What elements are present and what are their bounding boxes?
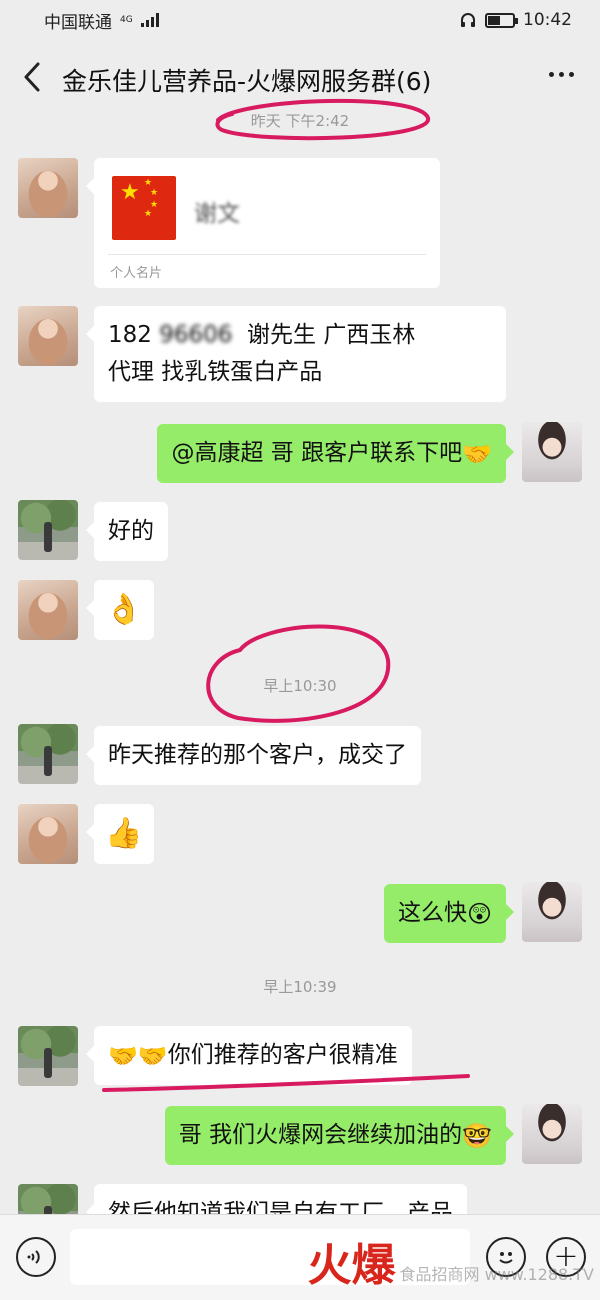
chat-title: 金乐佳儿营养品-火爆网服务群(6): [62, 67, 432, 96]
status-right: 10:42: [459, 10, 572, 30]
message-bubble[interactable]: 👌: [86, 580, 154, 640]
nerd-face-icon: 🤓: [462, 1122, 492, 1150]
message-bubble[interactable]: 👍: [86, 804, 154, 864]
card-divider: [108, 254, 426, 255]
message-text: @高康超 哥 跟客户联系下吧: [171, 440, 463, 466]
message-text: 182 96606 谢先生 广西玉林 代理 找乳铁蛋白产品: [108, 322, 416, 385]
headphones-icon: [461, 13, 475, 27]
ok-hand-icon: 👌: [105, 592, 143, 627]
more-options-icon[interactable]: [549, 72, 574, 77]
status-left: 中国联通 4G: [44, 8, 159, 33]
handshake-icon: 🤝🤝: [108, 1042, 168, 1070]
avatar[interactable]: [18, 580, 78, 640]
watermark-brand: 火爆: [307, 1240, 396, 1291]
avatar[interactable]: [18, 1184, 78, 1214]
avatar[interactable]: [18, 1026, 78, 1086]
avatar[interactable]: [18, 804, 78, 864]
message-bubble[interactable]: 🤝🤝你们推荐的客户很精准: [86, 1026, 412, 1085]
message-bubble[interactable]: @高康超 哥 跟客户联系下吧🤝: [157, 424, 514, 483]
avatar[interactable]: [18, 724, 78, 784]
chat-header: 金乐佳儿营养品-火爆网服务群(6): [0, 40, 600, 114]
network-type: 4G: [120, 14, 133, 25]
message-text: 哥 我们火爆网会继续加油的: [178, 1122, 463, 1148]
message-bubble[interactable]: 昨天推荐的那个客户，成交了: [86, 726, 421, 785]
message-text: 这么快: [397, 900, 467, 926]
status-bar: 中国联通 4G 10:42: [0, 0, 600, 40]
timestamp: 早上10:30: [263, 677, 337, 695]
card-contact-name: 谢文: [194, 201, 240, 227]
avatar[interactable]: [522, 422, 582, 482]
timestamp: 早上10:39: [263, 978, 337, 996]
carrier-label: 中国联通: [44, 12, 112, 33]
message-list[interactable]: 昨天 下午2:42 ★ ★ ★ ★ ★ 谢文 个人名片 182 96606 谢先…: [0, 114, 600, 1214]
message-bubble[interactable]: 182 96606 谢先生 广西玉林 代理 找乳铁蛋白产品: [86, 306, 506, 402]
message-text: 好的: [108, 518, 154, 544]
message-bubble[interactable]: 好的: [86, 502, 168, 561]
contact-card[interactable]: ★ ★ ★ ★ ★ 谢文 个人名片: [86, 158, 440, 288]
back-icon[interactable]: [18, 60, 46, 94]
avatar[interactable]: [18, 306, 78, 366]
message-text: 你们推荐的客户很精准: [167, 1042, 398, 1068]
thumbs-up-icon: 👍: [105, 816, 143, 851]
message-bubble[interactable]: 哥 我们火爆网会继续加油的🤓: [164, 1106, 515, 1165]
avatar[interactable]: [522, 1104, 582, 1164]
avatar[interactable]: [522, 882, 582, 942]
avatar[interactable]: [18, 500, 78, 560]
battery-icon: [485, 12, 518, 28]
message-bubble[interactable]: 然后他知道我们是自有工厂，产品: [86, 1184, 467, 1214]
watermark-site: 食品招商网 www.1288.TV: [399, 1265, 595, 1284]
avatar[interactable]: [18, 158, 78, 218]
signal-icon: [140, 13, 159, 27]
flag-avatar-icon: ★ ★ ★ ★ ★: [112, 176, 176, 240]
surprised-face-icon: 😲: [466, 900, 492, 928]
timestamp: 昨天 下午2:42: [250, 114, 350, 130]
message-text: 然后他知道我们是自有工厂，产品: [108, 1200, 453, 1214]
watermark: 火爆 食品招商网 www.1288.TV: [308, 1244, 595, 1288]
handshake-icon: 🤝: [462, 440, 492, 468]
message-text: 昨天推荐的那个客户，成交了: [108, 742, 407, 768]
card-type-label: 个人名片: [110, 266, 163, 281]
message-bubble[interactable]: 这么快😲: [383, 884, 515, 943]
voice-icon[interactable]: [16, 1237, 56, 1277]
clock: 10:42: [523, 10, 572, 30]
